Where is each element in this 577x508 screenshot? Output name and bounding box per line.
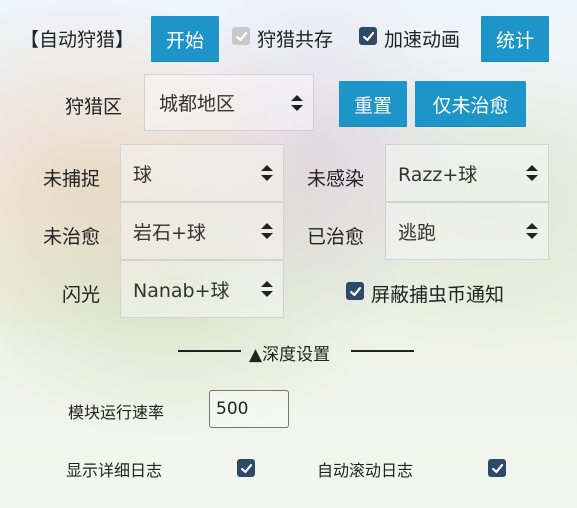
- only-untreated-button[interactable]: 仅未治愈: [415, 81, 526, 127]
- divider-left: [178, 350, 241, 352]
- hunt-zone-value: 城都地区: [159, 93, 236, 115]
- shiny-select[interactable]: Nanab+球: [120, 260, 284, 318]
- block-bug-coin-checkbox[interactable]: [346, 282, 364, 300]
- shiny-label: 闪光: [62, 284, 101, 306]
- treated-label: 已治愈: [307, 226, 365, 248]
- divider-right: [351, 350, 414, 352]
- select-arrows-icon: [261, 281, 273, 297]
- auto-scroll-label: 自动滚动日志: [317, 461, 414, 480]
- check-icon: [235, 31, 247, 41]
- auto-scroll-checkbox[interactable]: [488, 459, 506, 477]
- select-arrows-icon: [526, 223, 538, 239]
- module-rate-label: 模块运行速率: [68, 403, 165, 422]
- auto-hunt-title: 【自动狩猎】: [20, 29, 135, 51]
- untreated-value: 岩石+球: [133, 221, 206, 244]
- coexist-checkbox[interactable]: [232, 27, 250, 45]
- check-icon: [240, 463, 252, 473]
- treated-select[interactable]: 逃跑: [385, 202, 549, 260]
- reset-button[interactable]: 重置: [339, 81, 407, 127]
- uninfected-label: 未感染: [307, 168, 365, 190]
- advanced-settings-toggle[interactable]: ▲深度设置: [249, 340, 330, 365]
- select-arrows-icon: [526, 165, 538, 181]
- hunt-zone-label: 狩猎区: [65, 96, 123, 118]
- show-log-label: 显示详细日志: [66, 461, 163, 480]
- uncaught-label: 未捕捉: [43, 168, 101, 190]
- start-button[interactable]: 开始: [151, 16, 219, 62]
- check-icon: [491, 463, 503, 473]
- uninfected-value: Razz+球: [398, 163, 478, 186]
- select-arrows-icon: [291, 94, 303, 111]
- select-arrows-icon: [261, 165, 273, 181]
- select-arrows-icon: [261, 223, 273, 239]
- show-log-checkbox[interactable]: [237, 459, 255, 477]
- speedup-checkbox[interactable]: [359, 27, 377, 45]
- module-rate-input[interactable]: 500: [209, 390, 289, 428]
- coexist-label: 狩猎共存: [257, 29, 334, 51]
- untreated-label: 未治愈: [43, 226, 101, 248]
- block-bug-coin-label: 屏蔽捕虫币通知: [371, 284, 505, 306]
- untreated-select[interactable]: 岩石+球: [120, 202, 284, 260]
- hunt-zone-select[interactable]: 城都地区: [144, 74, 314, 131]
- uncaught-select[interactable]: 球: [120, 144, 284, 202]
- shiny-value: Nanab+球: [133, 279, 230, 302]
- stats-button[interactable]: 统计: [481, 16, 549, 62]
- uninfected-select[interactable]: Razz+球: [385, 144, 549, 202]
- treated-value: 逃跑: [398, 221, 437, 244]
- speedup-label: 加速动画: [384, 29, 461, 51]
- check-icon: [362, 31, 374, 41]
- uncaught-value: 球: [133, 163, 153, 186]
- check-icon: [349, 286, 361, 296]
